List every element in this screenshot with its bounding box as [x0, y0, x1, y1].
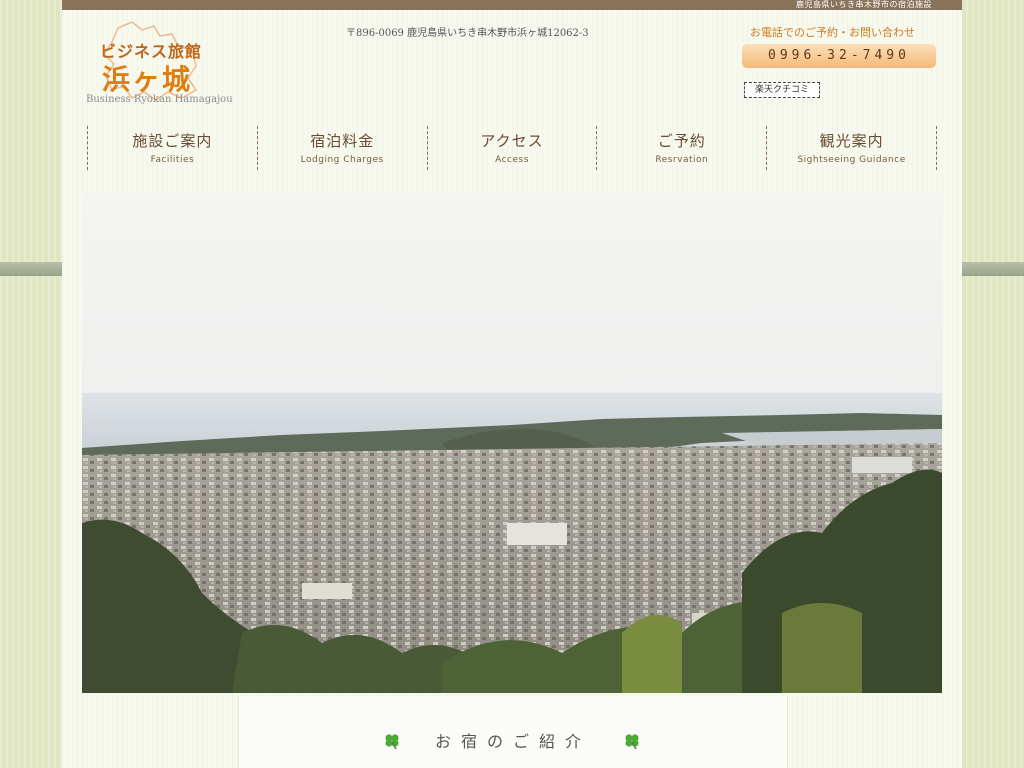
nav-label-jp: 宿泊料金 [310, 132, 375, 150]
contact-label: お電話でのご予約・お問い合わせ [750, 26, 915, 39]
nav-label-en: Lodging Charges [300, 155, 384, 165]
nav-label-jp: 観光案内 [819, 132, 884, 150]
intro-title: お宿のご紹介 [434, 732, 591, 751]
intro-section: お宿のご紹介 [238, 696, 788, 768]
hero-city-view-image [82, 193, 942, 693]
address-text: 〒896-0069 鹿児島県いちき串木野市浜ヶ城12062-3 [346, 28, 589, 39]
main-nav: 施設ご案内 Facilities 宿泊料金 Lodging Charges アク… [87, 126, 937, 170]
nav-label-en: Sightseeing Guidance [797, 155, 906, 165]
phone-button[interactable]: 0996-32-7490 [742, 44, 936, 68]
nav-item-facilities[interactable]: 施設ご案内 Facilities [87, 126, 257, 170]
top-bar-text: 鹿児島県いちき串木野市の宿泊施設 [796, 0, 932, 9]
nav-item-sightseeing[interactable]: 観光案内 Sightseeing Guidance [766, 126, 937, 170]
nav-label-en: Access [495, 155, 529, 165]
logo-name: 浜ヶ城 [102, 63, 193, 96]
rakuten-review-link[interactable]: 楽天クチコミ [744, 82, 820, 98]
page-container: ビジネス旅館 浜ヶ城 Business Ryokan Hamagajou 〒89… [62, 10, 962, 768]
nav-label-jp: 施設ご案内 [132, 132, 213, 150]
nav-label-en: Facilities [150, 155, 195, 165]
nav-item-lodging-charges[interactable]: 宿泊料金 Lodging Charges [256, 126, 427, 170]
nav-item-access[interactable]: アクセス Access [426, 126, 597, 170]
nav-label-en: Resrvation [655, 155, 709, 165]
nav-item-reservation[interactable]: ご予約 Resrvation [596, 126, 766, 170]
site-logo[interactable]: ビジネス旅館 浜ヶ城 Business Ryokan Hamagajou [86, 18, 233, 108]
nav-label-jp: ご予約 [657, 132, 706, 150]
nav-label-jp: アクセス [480, 132, 544, 150]
logo-subtitle: Business Ryokan Hamagajou [86, 94, 233, 105]
clover-icon [625, 734, 639, 750]
top-bar: 鹿児島県いちき串木野市の宿泊施設 [62, 0, 962, 10]
